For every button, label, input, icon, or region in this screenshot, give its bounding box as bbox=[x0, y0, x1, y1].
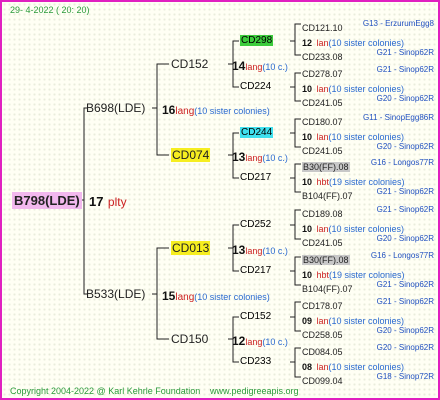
gen4-extra: (10 sister colonies) bbox=[328, 84, 405, 94]
gen4-bottom-source: G21 - Sinop62R bbox=[376, 48, 434, 57]
gen4-rel: lan bbox=[316, 316, 329, 326]
gen4-num: 10 bbox=[302, 224, 313, 234]
gen4-num: 12 bbox=[302, 38, 313, 48]
gen4-rel: lan bbox=[316, 224, 329, 234]
gen4-row-5-2: B104(FF).07 bbox=[302, 280, 353, 296]
gen4-bottom-source: G21 - Sinop62R bbox=[376, 280, 434, 289]
gen4-top-source: G13 - ErzurumEgg8 bbox=[362, 19, 434, 28]
gen4-row-2-2: CD241.05 bbox=[302, 142, 343, 158]
gen3-node-7: CD152 bbox=[240, 311, 272, 322]
gen4-row-4-2: CD241.05 bbox=[302, 234, 343, 250]
gen4-bottom-source: G21 - Sinop62R bbox=[376, 187, 434, 196]
gen2-relation-2: 13lang(10 c.) bbox=[232, 150, 288, 164]
gen4-row-6-0: CD178.07 bbox=[302, 297, 343, 313]
site-link[interactable]: www.pedigreeapis.org bbox=[210, 387, 299, 396]
copyright-text: Copyright 2004-2022 @ Karl Kehrle Founda… bbox=[10, 386, 201, 396]
gen4-row-0-0: CD121.10 bbox=[302, 19, 343, 35]
gen4-rel: hbt bbox=[316, 270, 329, 280]
gen4-bottom-source: G20 - Sinop62R bbox=[376, 234, 434, 243]
gen4-rel: lan bbox=[316, 84, 329, 94]
gen4-num: 10 bbox=[302, 132, 313, 142]
gen4-top-id: B30(FF).08 bbox=[302, 255, 350, 265]
gen1-relation-upper: 16lang(10 sister colonies) bbox=[162, 103, 270, 117]
gen4-num: 10 bbox=[302, 84, 313, 94]
gen4-top-id: B30(FF).08 bbox=[302, 162, 350, 172]
gen2-relation-1: 14lang(10 c.) bbox=[232, 59, 288, 73]
gen4-row-5-0: B30(FF).08 bbox=[302, 251, 350, 267]
gen4-bottom-id: CD241.05 bbox=[302, 238, 343, 248]
gen2-node-1: CD152 bbox=[171, 57, 209, 71]
gen3-node-2: CD224 bbox=[240, 81, 272, 92]
root-id: B798(LDE) bbox=[12, 192, 82, 209]
root-relation: 17 plty bbox=[89, 194, 127, 209]
gen4-bottom-source: G20 - Sinop62R bbox=[376, 94, 434, 103]
gen4-extra: (19 sister colonies) bbox=[328, 270, 405, 280]
gen4-top-id: CD278.07 bbox=[302, 69, 343, 79]
root-queen: B798(LDE) bbox=[12, 192, 82, 209]
gen2-node-4: CD150 bbox=[171, 332, 209, 346]
gen4-extra: (19 sister colonies) bbox=[328, 177, 405, 187]
gen4-extra: (10 sister colonies) bbox=[328, 362, 405, 372]
date-stamp: 29- 4-2022 ( 20: 20) bbox=[10, 5, 90, 15]
gen4-extra: (10 sister colonies) bbox=[328, 224, 405, 234]
gen4-bottom-id: CD241.05 bbox=[302, 98, 343, 108]
gen4-top-id: CD084.05 bbox=[302, 347, 343, 357]
gen4-bottom-id: CD258.05 bbox=[302, 330, 343, 340]
gen4-num: 10 bbox=[302, 270, 313, 280]
gen4-bottom-id: B104(FF).07 bbox=[302, 284, 353, 294]
gen4-extra: (10 sister colonies) bbox=[328, 38, 405, 48]
gen2-node-3: CD013 bbox=[171, 241, 211, 255]
gen4-extra: (10 sister colonies) bbox=[328, 132, 405, 142]
gen4-bottom-id: CD099.04 bbox=[302, 376, 343, 386]
gen3-node-4: CD217 bbox=[240, 172, 272, 183]
gen3-node-8: CD233 bbox=[240, 356, 272, 367]
gen3-node-5: CD252 bbox=[240, 219, 272, 230]
gen4-row-3-2: B104(FF).07 bbox=[302, 187, 353, 203]
gen2-node-2: CD074 bbox=[171, 148, 211, 162]
gen4-top-source: G16 - Longos77R bbox=[370, 251, 434, 260]
gen4-num: 08 bbox=[302, 362, 313, 372]
gen1-node-lower: B533(LDE) bbox=[86, 287, 146, 301]
gen4-top-source: G21 - Sinop62R bbox=[376, 65, 434, 74]
gen4-row-3-0: B30(FF).08 bbox=[302, 158, 350, 174]
gen4-rel: hbt bbox=[316, 177, 329, 187]
gen4-bottom-source: G20 - Sinop62R bbox=[376, 326, 434, 335]
gen4-top-source: G20 - Sinop62R bbox=[376, 343, 434, 352]
gen4-top-id: CD180.07 bbox=[302, 117, 343, 127]
gen4-bottom-source: G18 - Sinop72R bbox=[376, 372, 434, 381]
pedigree-chart: 29- 4-2022 ( 20: 20) B798(LDE) 17 plty B… bbox=[0, 0, 440, 400]
gen4-num: 09 bbox=[302, 316, 313, 326]
gen1-relation-lower: 15lang(10 sister colonies) bbox=[162, 289, 270, 303]
gen2-relation-4: 12lang(10 c.) bbox=[232, 334, 288, 348]
gen2-relation-3: 13lang(10 c.) bbox=[232, 243, 288, 257]
gen4-row-7-2: CD099.04 bbox=[302, 372, 343, 388]
gen4-bottom-id: CD241.05 bbox=[302, 146, 343, 156]
gen3-node-1: CD298 bbox=[240, 35, 274, 46]
gen1-node-upper: B698(LDE) bbox=[86, 101, 146, 115]
gen4-row-1-2: CD241.05 bbox=[302, 94, 343, 110]
gen4-row-1-0: CD278.07 bbox=[302, 65, 343, 81]
gen4-top-source: G16 - Longos77R bbox=[370, 158, 434, 167]
gen4-top-source: G11 - SinopEgg86R bbox=[362, 113, 434, 122]
gen4-row-7-0: CD084.05 bbox=[302, 343, 343, 359]
gen4-rel: lan bbox=[316, 362, 329, 372]
gen4-row-6-2: CD258.05 bbox=[302, 326, 343, 342]
gen4-top-source: G21 - Sinop62R bbox=[376, 205, 434, 214]
gen3-node-3: CD244 bbox=[240, 127, 274, 138]
gen4-top-id: CD189.08 bbox=[302, 209, 343, 219]
gen4-bottom-id: CD233.08 bbox=[302, 52, 343, 62]
gen3-node-6: CD217 bbox=[240, 265, 272, 276]
gen4-top-id: CD121.10 bbox=[302, 23, 343, 33]
gen4-row-0-2: CD233.08 bbox=[302, 48, 343, 64]
gen4-bottom-id: B104(FF).07 bbox=[302, 191, 353, 201]
gen4-rel: lan bbox=[316, 132, 329, 142]
gen4-row-2-0: CD180.07 bbox=[302, 113, 343, 129]
gen4-extra: (10 sister colonies) bbox=[328, 316, 405, 326]
gen4-top-source: G21 - Sinop62R bbox=[376, 297, 434, 306]
gen4-top-id: CD178.07 bbox=[302, 301, 343, 311]
gen4-bottom-source: G20 - Sinop62R bbox=[376, 142, 434, 151]
gen4-num: 10 bbox=[302, 177, 313, 187]
gen4-rel: lan bbox=[316, 38, 329, 48]
gen4-row-4-0: CD189.08 bbox=[302, 205, 343, 221]
